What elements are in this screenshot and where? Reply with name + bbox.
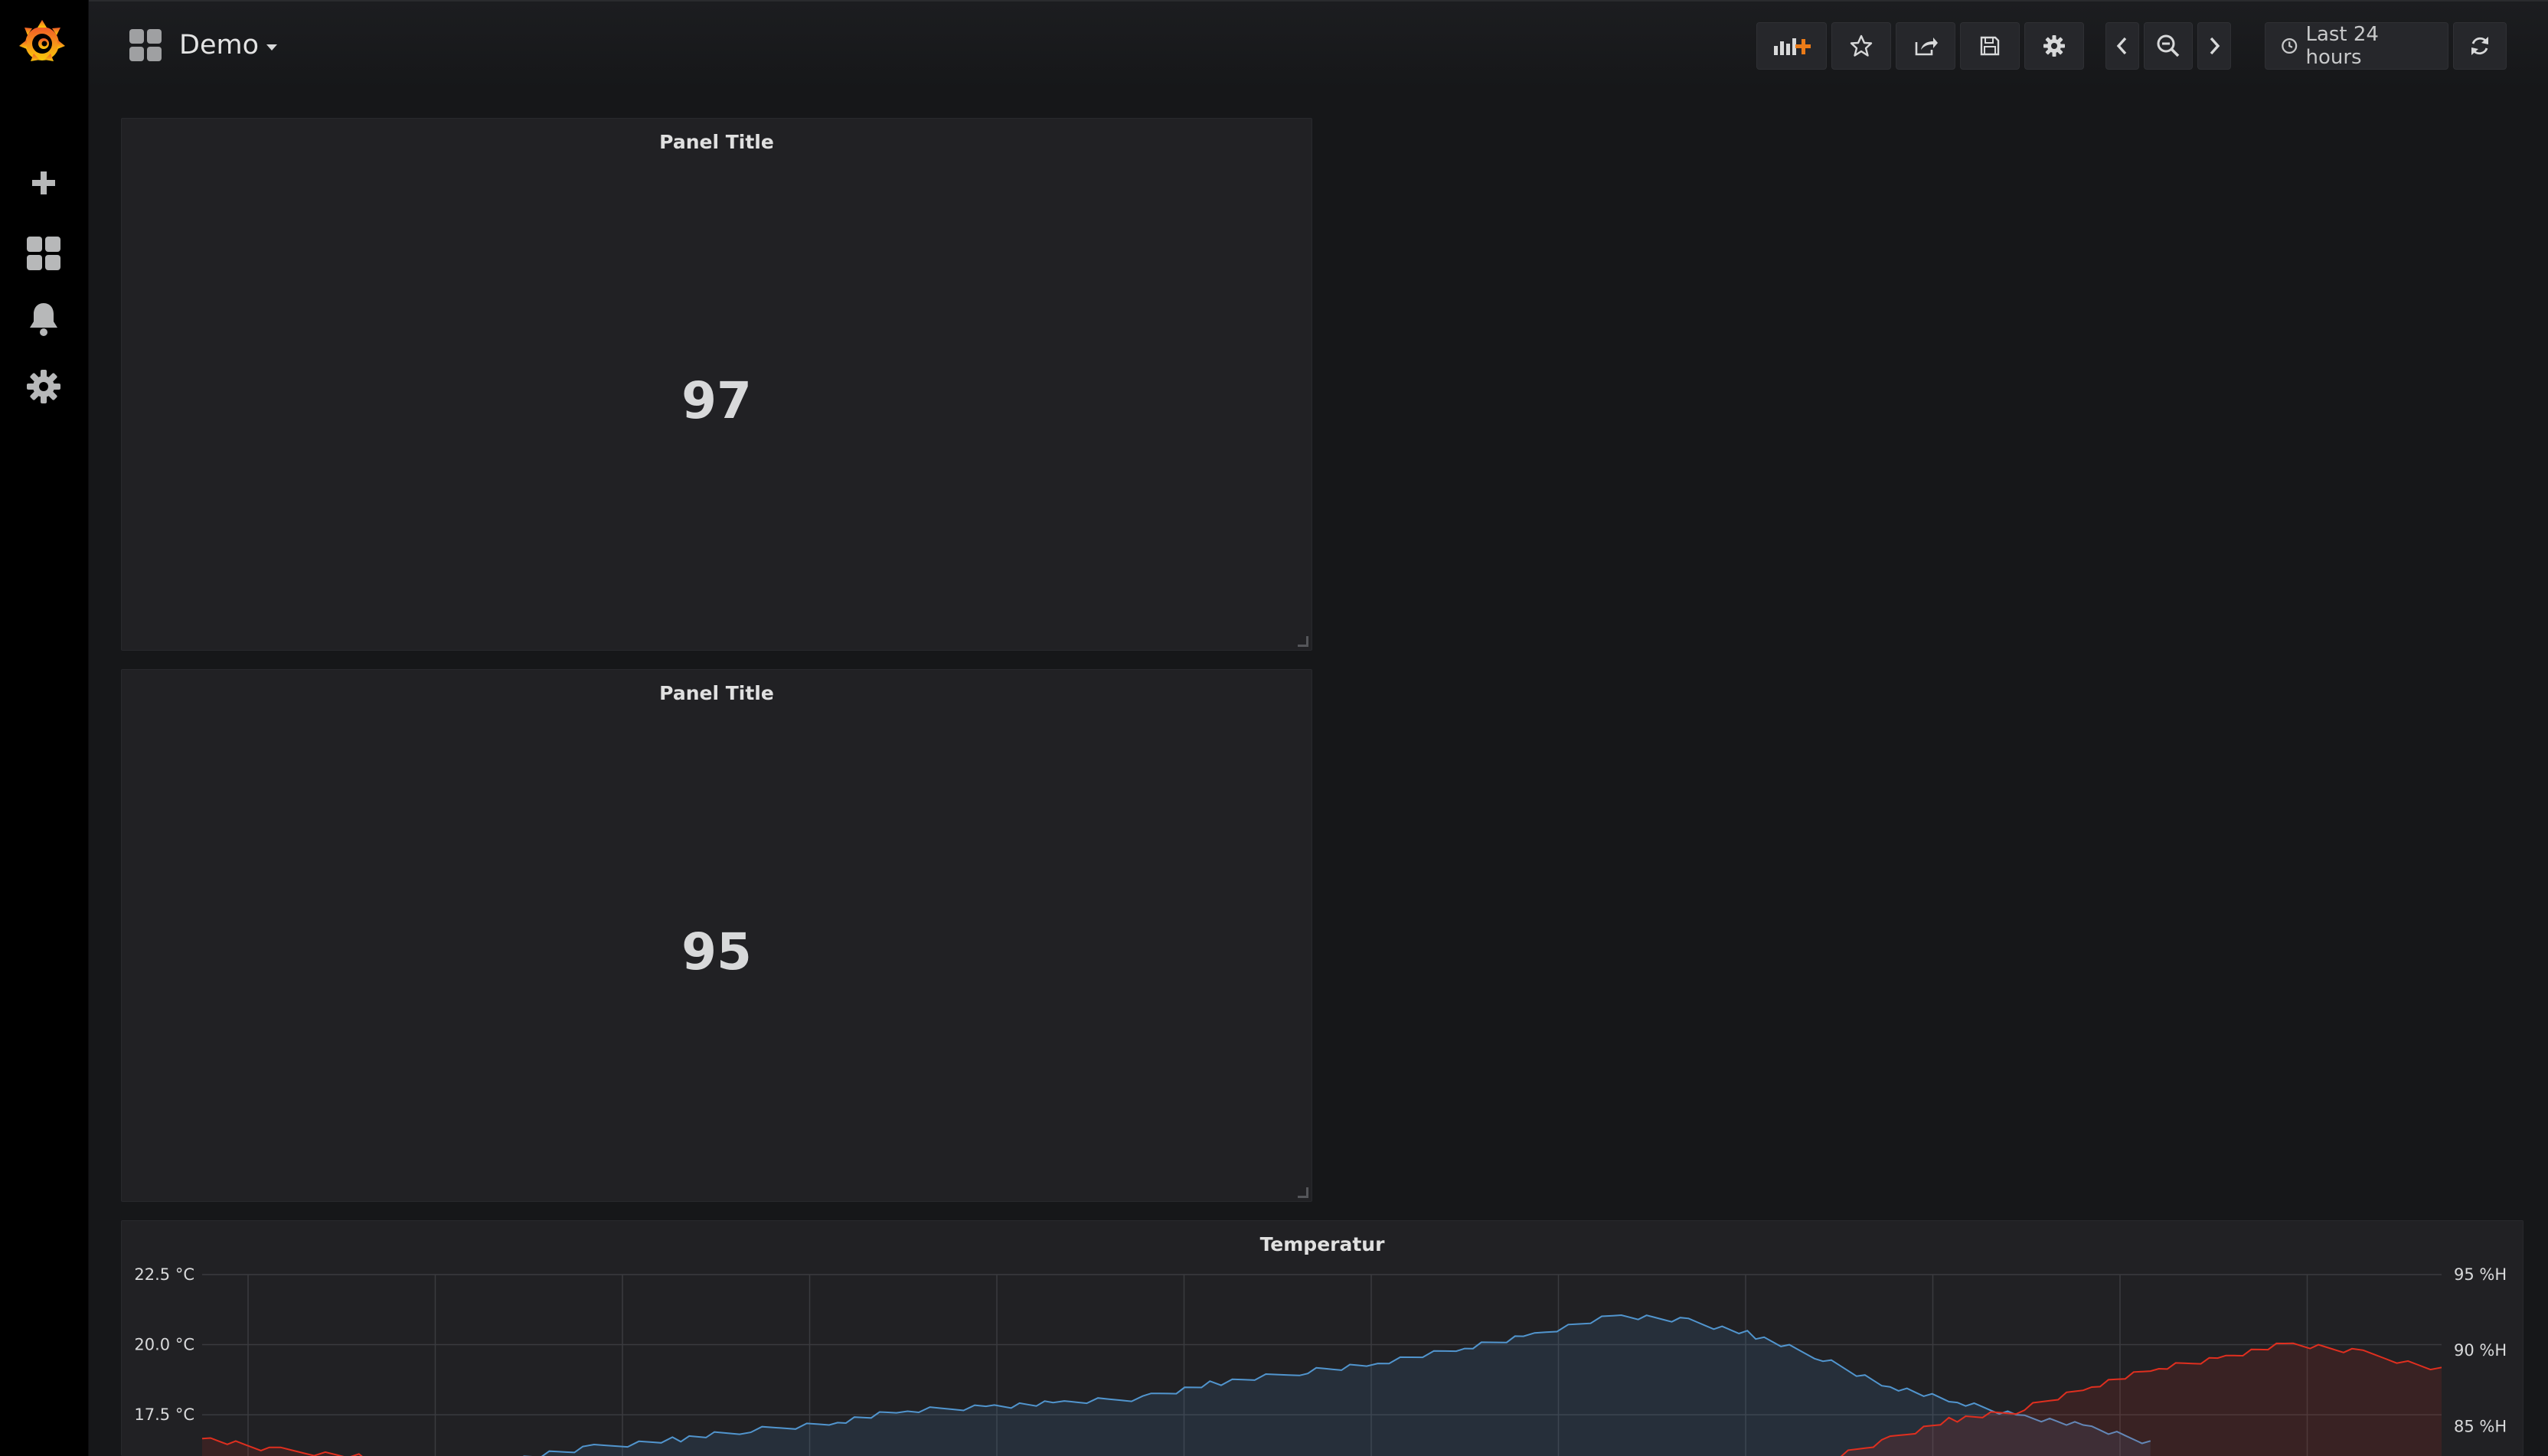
grafana-logo-icon[interactable] bbox=[17, 17, 67, 67]
refresh-icon bbox=[2471, 37, 2488, 55]
zoom-out-icon bbox=[2157, 34, 2180, 57]
y-left-tick-label: 20.0 °C bbox=[134, 1336, 194, 1354]
refresh-button[interactable] bbox=[2453, 22, 2507, 70]
chevron-down-icon bbox=[266, 44, 277, 51]
panel-title[interactable]: Panel Title bbox=[122, 682, 1312, 704]
time-forward-button[interactable] bbox=[2197, 22, 2231, 70]
star-icon bbox=[1850, 34, 1873, 57]
save-icon bbox=[1980, 36, 2000, 56]
gear-icon bbox=[2043, 35, 2065, 57]
y-left-tick-label: 17.5 °C bbox=[134, 1405, 194, 1424]
plus-icon[interactable] bbox=[23, 162, 64, 204]
y-left-tick-label: 22.5 °C bbox=[134, 1265, 194, 1284]
bell-icon[interactable] bbox=[23, 299, 64, 340]
temperature-graph[interactable]: 22.5 °C 20.0 °C 17.5 °C 95 %H 90 %H 85 %H bbox=[122, 1221, 2524, 1456]
top-navbar: Demo Last 24 hours bbox=[89, 0, 2548, 89]
dashboards-icon[interactable] bbox=[23, 233, 64, 274]
chevron-left-icon bbox=[2116, 37, 2127, 55]
singlestat-panel-2[interactable]: Panel Title 95 bbox=[121, 669, 1312, 1202]
save-button[interactable] bbox=[1960, 22, 2020, 70]
stat-value: 97 bbox=[681, 371, 752, 430]
time-back-button[interactable] bbox=[2105, 22, 2139, 70]
resize-handle-icon[interactable] bbox=[1298, 1187, 1308, 1198]
time-range-picker[interactable]: Last 24 hours bbox=[2265, 22, 2448, 70]
clock-icon bbox=[2282, 38, 2298, 54]
gear-icon[interactable] bbox=[23, 366, 64, 407]
y-right-tick-label: 90 %H bbox=[2454, 1341, 2507, 1360]
graph-panel-temperatur[interactable]: Temperatur 22.5 °C 20.0 °C 17.5 °C 95 %H 90 … bbox=[121, 1220, 2524, 1456]
zoom-out-button[interactable] bbox=[2144, 22, 2193, 70]
singlestat-panel-1[interactable]: Panel Title 97 bbox=[121, 118, 1312, 651]
apps-grid-icon bbox=[129, 29, 162, 61]
panel-title[interactable]: Panel Title bbox=[122, 131, 1312, 153]
grafana-app: Demo Last 24 hours Panel Title 97 Panel … bbox=[0, 0, 2548, 1456]
chevron-right-icon bbox=[2210, 37, 2220, 55]
add-panel-icon bbox=[1774, 38, 1811, 55]
star-button[interactable] bbox=[1831, 22, 1891, 70]
add-panel-button[interactable] bbox=[1756, 22, 1827, 70]
side-menu bbox=[0, 0, 89, 1456]
dashboard-picker[interactable]: Demo bbox=[129, 24, 277, 66]
dashboard-title: Demo bbox=[179, 30, 259, 60]
share-icon bbox=[1915, 38, 1938, 56]
stat-value: 95 bbox=[681, 922, 752, 981]
resize-handle-icon[interactable] bbox=[1298, 636, 1308, 647]
time-range-label: Last 24 hours bbox=[2305, 23, 2379, 69]
y-right-tick-label: 95 %H bbox=[2454, 1265, 2507, 1284]
share-button[interactable] bbox=[1896, 22, 1955, 70]
y-right-tick-label: 85 %H bbox=[2454, 1417, 2507, 1435]
dashboard-settings-button[interactable] bbox=[2024, 22, 2084, 70]
